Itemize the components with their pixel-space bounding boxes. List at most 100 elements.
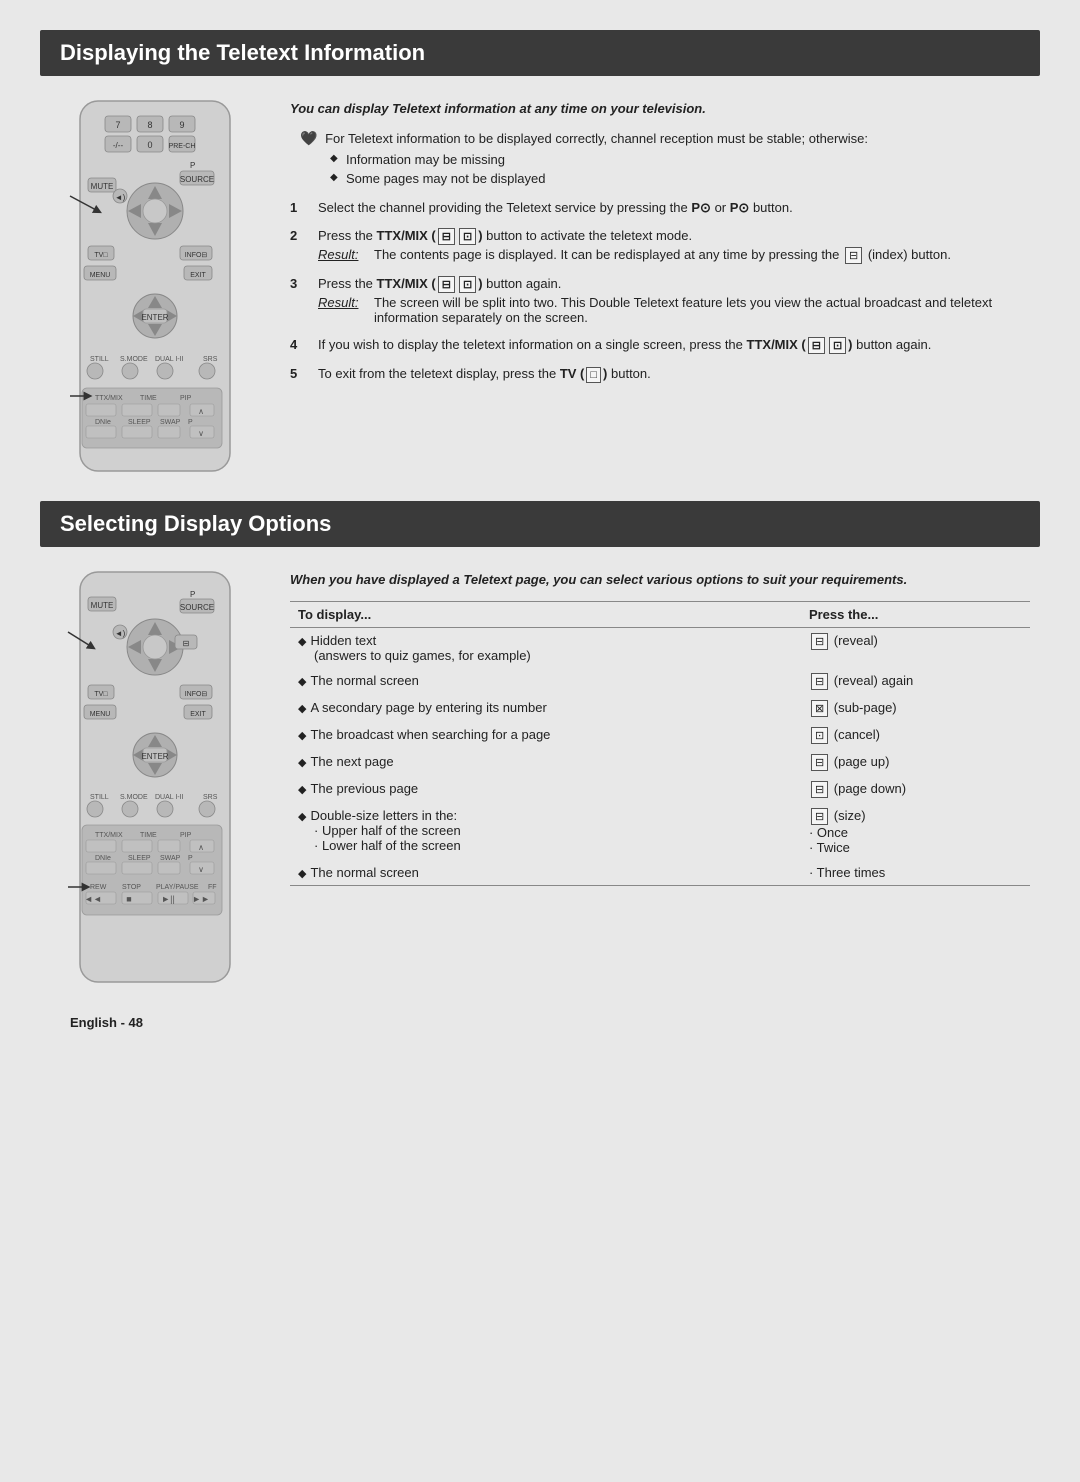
svg-text:►►: ►►	[192, 894, 210, 904]
step-3-result-text: The screen will be split into two. This …	[374, 295, 1030, 325]
section2-content: P SOURCE MUTE ◄) ⊟	[40, 567, 1040, 987]
table-cell-display: ◆The normal screen	[290, 860, 801, 886]
section1-text: You can display Teletext information at …	[290, 96, 1030, 476]
svg-text:⊟: ⊟	[183, 639, 190, 648]
svg-text:SOURCE: SOURCE	[180, 175, 214, 184]
table-cell-display: ◆The broadcast when searching for a page	[290, 722, 801, 749]
section1-header: Displaying the Teletext Information	[40, 30, 1040, 76]
step-3-body: Press the TTX/MIX (⊟⊡) button again. Res…	[318, 276, 1030, 325]
svg-text:P: P	[190, 590, 195, 599]
svg-text:PRE-CH: PRE-CH	[169, 143, 196, 150]
table-cell-display: ◆A secondary page by entering its number	[290, 695, 801, 722]
svg-text:PIP: PIP	[180, 395, 192, 402]
step-5-body: To exit from the teletext display, press…	[318, 366, 1030, 383]
table-cell-press: ⊟ (size) · Once · Twice	[801, 803, 1030, 860]
step-2-result: Result: The contents page is displayed. …	[318, 247, 1030, 264]
table-cell-press: ⊡ (cancel)	[801, 722, 1030, 749]
table-cell-press: · Three times	[801, 860, 1030, 886]
svg-text:EXIT: EXIT	[190, 711, 206, 718]
svg-text:S.MODE: S.MODE	[120, 356, 148, 363]
svg-text:TV□: TV□	[94, 691, 108, 698]
note-bullets: Information may be missing Some pages ma…	[330, 152, 1030, 186]
remote-svg-1: 7 8 9 -/-- 0 PRE-CH P SOURCE	[60, 96, 250, 476]
svg-text:DUAL I-II: DUAL I-II	[155, 356, 184, 363]
svg-text:∧: ∧	[198, 843, 204, 852]
table-cell-display: ◆The previous page	[290, 776, 801, 803]
svg-text:9: 9	[179, 120, 184, 130]
svg-text:SRS: SRS	[203, 356, 218, 363]
svg-text:P: P	[188, 855, 193, 862]
svg-text:DNIe: DNIe	[95, 419, 111, 426]
svg-text:MENU: MENU	[90, 272, 111, 279]
svg-text:TIME: TIME	[140, 832, 157, 839]
svg-text:MUTE: MUTE	[91, 601, 114, 610]
svg-text:INFO⊟: INFO⊟	[185, 252, 208, 259]
step-1-num: 1	[290, 200, 308, 216]
svg-text:0: 0	[147, 140, 152, 150]
section1-note: 🖤 For Teletext information to be display…	[300, 130, 1030, 186]
col-header-press: Press the...	[801, 602, 1030, 628]
table-row: ◆The normal screen ⊟ (reveal) again	[290, 668, 1030, 695]
svg-text:PIP: PIP	[180, 832, 192, 839]
svg-text:MUTE: MUTE	[91, 182, 114, 191]
svg-text:∨: ∨	[198, 429, 204, 438]
svg-text:STILL: STILL	[90, 794, 109, 801]
svg-text:EXIT: EXIT	[190, 272, 206, 279]
section1-content: 7 8 9 -/-- 0 PRE-CH P SOURCE	[40, 96, 1040, 476]
table-row: ◆The normal screen · Three times	[290, 860, 1030, 886]
note-intro-text: For Teletext information to be displayed…	[325, 131, 868, 146]
step-1-body: Select the channel providing the Teletex…	[318, 200, 1030, 216]
svg-text:P: P	[190, 161, 195, 170]
table-cell-press: ⊟ (reveal) again	[801, 668, 1030, 695]
step-2-body: Press the TTX/MIX (⊟⊡) button to activat…	[318, 228, 1030, 264]
footer-lang: English - 48	[70, 1015, 143, 1030]
svg-text:SOURCE: SOURCE	[180, 603, 214, 612]
svg-text:PLAY/PAUSE: PLAY/PAUSE	[156, 884, 199, 891]
step-3-num: 3	[290, 276, 308, 325]
svg-text:STILL: STILL	[90, 356, 109, 363]
svg-text:◄): ◄)	[115, 193, 126, 202]
page: Displaying the Teletext Information 7 8 …	[0, 0, 1080, 1482]
table-cell-press: ⊟ (page down)	[801, 776, 1030, 803]
table-row: ◆Double-size letters in the: · Upper hal…	[290, 803, 1030, 860]
svg-text:►||: ►||	[161, 894, 175, 904]
remote-svg-2: P SOURCE MUTE ◄) ⊟	[60, 567, 250, 987]
table-row: ◆The next page ⊟ (page up)	[290, 749, 1030, 776]
note-intro: 🖤 For Teletext information to be display…	[300, 130, 1030, 147]
table-cell-display: ◆The normal screen	[290, 668, 801, 695]
table-row: ◆The previous page ⊟ (page down)	[290, 776, 1030, 803]
svg-text:◄): ◄)	[115, 629, 126, 638]
svg-text:∧: ∧	[198, 407, 204, 416]
svg-text:TTX/MIX: TTX/MIX	[95, 395, 123, 402]
svg-text:STOP: STOP	[122, 884, 141, 891]
svg-text:TTX/MIX: TTX/MIX	[95, 832, 123, 839]
table-cell-press: ⊟ (page up)	[801, 749, 1030, 776]
step-5-num: 5	[290, 366, 308, 383]
col-header-display: To display...	[290, 602, 801, 628]
table-row: ◆The broadcast when searching for a page…	[290, 722, 1030, 749]
svg-text:7: 7	[115, 120, 120, 130]
section2-header: Selecting Display Options	[40, 501, 1040, 547]
svg-text:∨: ∨	[198, 865, 204, 874]
svg-text:DUAL I-II: DUAL I-II	[155, 794, 184, 801]
step-2: 2 Press the TTX/MIX (⊟⊡) button to activ…	[290, 228, 1030, 264]
section-display-options: Selecting Display Options P SOURCE MUTE	[40, 501, 1040, 987]
step-1: 1 Select the channel providing the Telet…	[290, 200, 1030, 216]
step-2-result-text: The contents page is displayed. It can b…	[374, 247, 951, 264]
svg-text:ENTER: ENTER	[141, 752, 168, 761]
step-5: 5 To exit from the teletext display, pre…	[290, 366, 1030, 383]
table-row: ◆Hidden text (answers to quiz games, for…	[290, 628, 1030, 669]
svg-text:FF: FF	[208, 884, 217, 891]
svg-text:TIME: TIME	[140, 395, 157, 402]
svg-text:ENTER: ENTER	[141, 313, 168, 322]
svg-text:◄◄: ◄◄	[84, 894, 102, 904]
step-3-result: Result: The screen will be split into tw…	[318, 295, 1030, 325]
table-row: ◆A secondary page by entering its number…	[290, 695, 1030, 722]
svg-text:■: ■	[126, 894, 131, 904]
svg-text:-/--: -/--	[113, 141, 124, 150]
svg-text:MENU: MENU	[90, 711, 111, 718]
section-teletext: Displaying the Teletext Information 7 8 …	[40, 30, 1040, 476]
svg-text:P: P	[188, 419, 193, 426]
remote-image-1: 7 8 9 -/-- 0 PRE-CH P SOURCE	[50, 96, 260, 476]
display-options-table: To display... Press the... ◆Hidden text …	[290, 601, 1030, 886]
